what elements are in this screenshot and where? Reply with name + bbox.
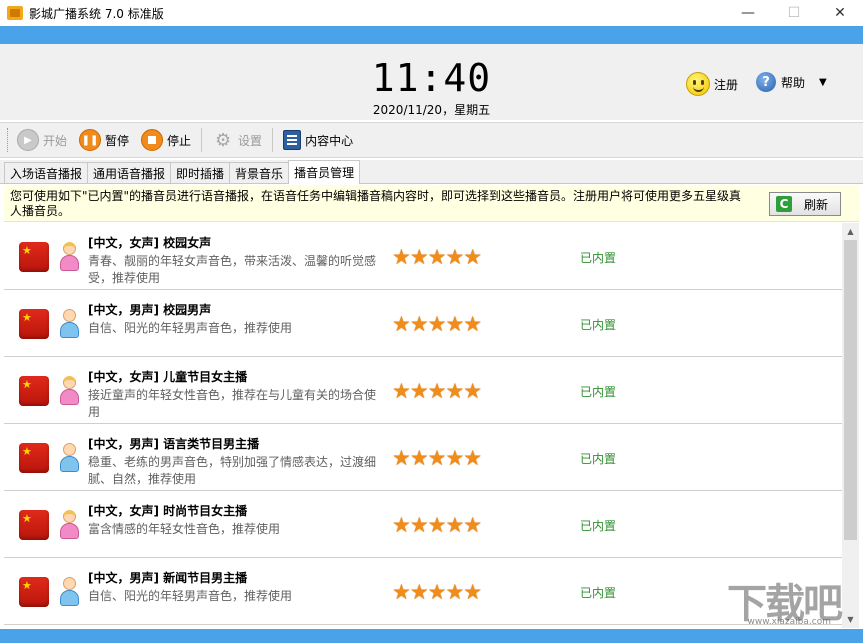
female-avatar-icon	[58, 510, 80, 540]
toolbar-divider	[272, 128, 273, 152]
list-item[interactable]: ★ [中文，男声] 新闻节目男主播 自信、阳光的年轻男声音色，推荐使用 ★★★★…	[4, 558, 842, 625]
start-label: 开始	[43, 132, 67, 149]
china-flag-icon: ★	[19, 443, 49, 473]
clock-date: 2020/11/20，星期五	[0, 101, 863, 118]
minimize-button[interactable]: —	[725, 0, 771, 26]
list-item[interactable]: ★ [中文，女声] 校园女声 青春、靓丽的年轻女声音色，带来活泼、温馨的听觉感受…	[4, 223, 842, 290]
list-item[interactable]: ★ [中文，女声] 儿童节目女主播 接近童声的年轻女性音色，推荐在与儿童有关的场…	[4, 357, 842, 424]
stop-button[interactable]: 停止	[141, 129, 191, 151]
settings-label: 设置	[238, 132, 262, 149]
stop-label: 停止	[167, 132, 191, 149]
female-avatar-icon	[58, 242, 80, 272]
toolbar-divider	[201, 128, 202, 152]
gear-icon: ⚙	[212, 129, 234, 151]
list-item[interactable]: ★ [中文，男声] 语言类节目男主播 稳重、老练的男声音色，特别加强了情感表达，…	[4, 424, 842, 491]
maximize-button[interactable]: ☐	[771, 0, 817, 26]
register-label: 注册	[714, 76, 738, 93]
clock-header: 11:40 2020/11/20，星期五 注册 ? 帮助 ▼	[0, 44, 863, 120]
scroll-up-arrow-icon[interactable]: ▲	[842, 223, 859, 240]
settings-button[interactable]: ⚙ 设置	[212, 129, 262, 151]
rating-stars: ★★★★★	[392, 580, 481, 604]
announcer-name: [中文，男声] 新闻节目男主播	[88, 569, 247, 586]
announcer-name: [中文，男声] 校园男声	[88, 301, 211, 318]
china-flag-icon: ★	[19, 376, 49, 406]
list-item[interactable]: ★ [中文，男声] 校园男声 自信、阳光的年轻男声音色，推荐使用 ★★★★★ 已…	[4, 290, 842, 357]
window-title: 影城广播系统 7.0 标准版	[29, 5, 164, 22]
register-button[interactable]: 注册	[686, 72, 738, 96]
window-controls: — ☐ ✕	[725, 0, 863, 26]
close-button[interactable]: ✕	[817, 0, 863, 26]
info-banner: 您可使用如下"已内置"的播音员进行语音播报，在语音任务中编辑播音稿内容时，即可选…	[4, 185, 859, 222]
announcer-description: 稳重、老练的男声音色，特别加强了情感表达，过渡细腻、自然，推荐使用	[88, 454, 383, 488]
refresh-button[interactable]: C 刷新	[769, 192, 841, 216]
status-label: 已内置	[580, 383, 616, 400]
title-bar: 影城广播系统 7.0 标准版 — ☐ ✕	[0, 0, 863, 26]
announcer-name: [中文，女声] 校园女声	[88, 234, 211, 251]
smiley-icon	[686, 72, 710, 96]
rating-stars: ★★★★★	[392, 379, 481, 403]
female-avatar-icon	[58, 376, 80, 406]
app-icon	[7, 6, 23, 20]
start-button[interactable]: ▶ 开始	[17, 129, 67, 151]
scrollbar-thumb[interactable]	[844, 240, 857, 540]
pause-label: 暂停	[105, 132, 129, 149]
rating-stars: ★★★★★	[392, 245, 481, 269]
tab-entrance-broadcast[interactable]: 入场语音播报	[4, 162, 88, 183]
document-icon	[283, 130, 301, 150]
announcer-description: 自信、阳光的年轻男声音色，推荐使用	[88, 588, 383, 605]
china-flag-icon: ★	[19, 242, 49, 272]
tab-background-music[interactable]: 背景音乐	[229, 162, 289, 183]
status-label: 已内置	[580, 450, 616, 467]
male-avatar-icon	[58, 443, 80, 473]
pause-button[interactable]: ❚❚ 暂停	[79, 129, 129, 151]
list-item[interactable]: ★ [中文，女声] 时尚节目女主播 富含情感的年轻女性音色，推荐使用 ★★★★★…	[4, 491, 842, 558]
announcer-list: ★ [中文，女声] 校园女声 青春、靓丽的年轻女声音色，带来活泼、温馨的听觉感受…	[4, 223, 842, 628]
male-avatar-icon	[58, 309, 80, 339]
info-text: 您可使用如下"已内置"的播音员进行语音播报，在语音任务中编辑播音稿内容时，即可选…	[10, 189, 750, 219]
help-icon: ?	[756, 72, 776, 92]
toolbar-grip	[7, 128, 10, 152]
scroll-down-arrow-icon[interactable]: ▼	[842, 611, 859, 628]
announcer-name: [中文，女声] 儿童节目女主播	[88, 368, 247, 385]
tab-general-broadcast[interactable]: 通用语音播报	[87, 162, 171, 183]
male-avatar-icon	[58, 577, 80, 607]
announcer-description: 富含情感的年轻女性音色，推荐使用	[88, 521, 383, 538]
china-flag-icon: ★	[19, 577, 49, 607]
refresh-label: 刷新	[804, 196, 828, 213]
rating-stars: ★★★★★	[392, 446, 481, 470]
chevron-down-icon[interactable]: ▼	[819, 77, 827, 88]
status-label: 已内置	[580, 584, 616, 601]
help-label: 帮助	[781, 74, 805, 91]
announcer-description: 自信、阳光的年轻男声音色，推荐使用	[88, 320, 383, 337]
rating-stars: ★★★★★	[392, 513, 481, 537]
stop-icon	[141, 129, 163, 151]
china-flag-icon: ★	[19, 309, 49, 339]
bottom-accent-band	[0, 629, 863, 643]
announcer-description: 接近童声的年轻女性音色，推荐在与儿童有关的场合使用	[88, 387, 383, 421]
pause-icon: ❚❚	[79, 129, 101, 151]
tab-announcer-management[interactable]: 播音员管理	[288, 160, 360, 184]
content-center-button[interactable]: 内容中心	[283, 130, 353, 150]
help-button[interactable]: ? 帮助 ▼	[756, 72, 827, 92]
status-label: 已内置	[580, 249, 616, 266]
tab-instant-insert[interactable]: 即时插播	[170, 162, 230, 183]
top-accent-band	[0, 26, 863, 44]
vertical-scrollbar[interactable]: ▲ ▼	[842, 223, 859, 628]
china-flag-icon: ★	[19, 510, 49, 540]
announcer-name: [中文，男声] 语言类节目男主播	[88, 435, 259, 452]
rating-stars: ★★★★★	[392, 312, 481, 336]
watermark-url: www.xiazaiba.com	[747, 617, 831, 627]
status-label: 已内置	[580, 316, 616, 333]
announcer-description: 青春、靓丽的年轻女声音色，带来活泼、温馨的听觉感受，推荐使用	[88, 253, 383, 287]
content-center-label: 内容中心	[305, 132, 353, 149]
tab-bar: 入场语音播报 通用语音播报 即时插播 背景音乐 播音员管理	[0, 160, 863, 184]
announcer-name: [中文，女声] 时尚节目女主播	[88, 502, 247, 519]
refresh-icon: C	[776, 196, 792, 212]
status-label: 已内置	[580, 517, 616, 534]
play-icon: ▶	[17, 129, 39, 151]
toolbar: ▶ 开始 ❚❚ 暂停 停止 ⚙ 设置 内容中心	[0, 122, 863, 158]
